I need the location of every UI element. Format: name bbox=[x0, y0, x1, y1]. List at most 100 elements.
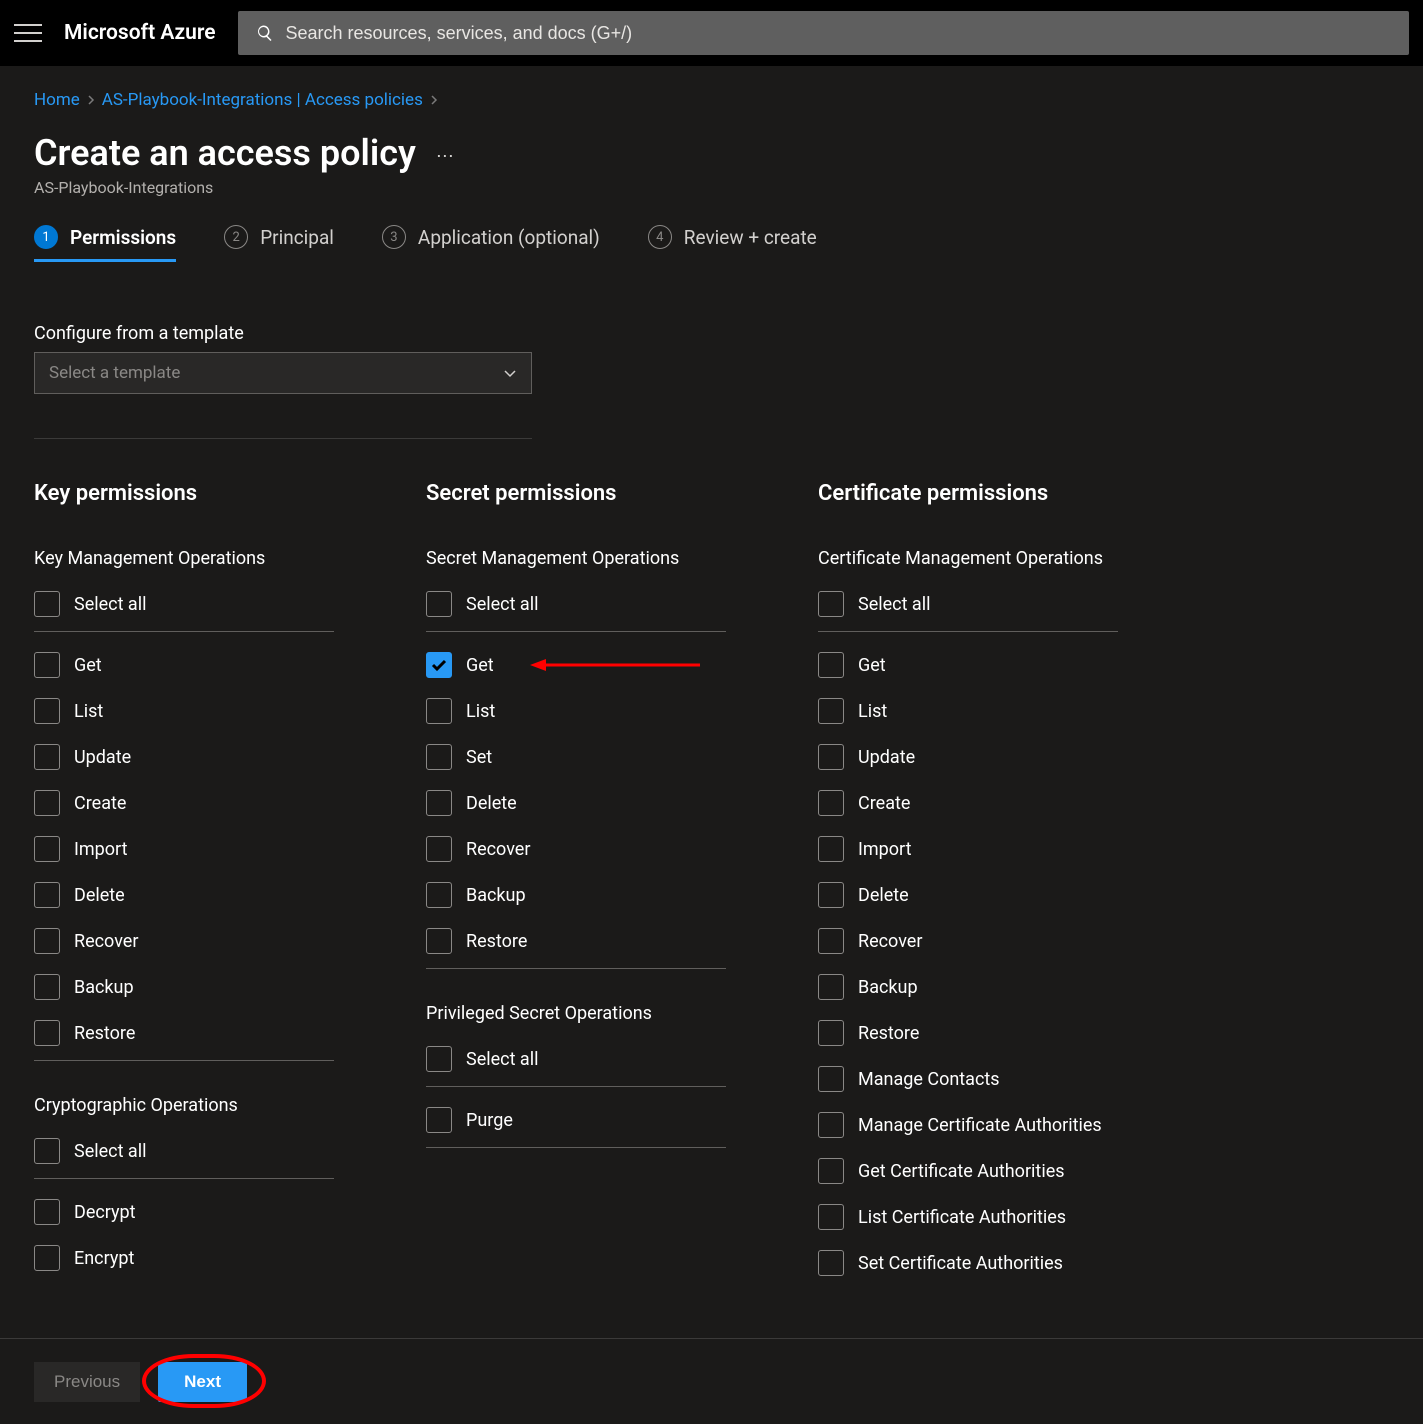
permission-checkbox-row[interactable]: Delete bbox=[818, 872, 1118, 918]
select-all-checkbox[interactable]: Select all bbox=[34, 581, 334, 627]
checkbox[interactable] bbox=[818, 1066, 844, 1092]
permission-checkbox-row[interactable]: Import bbox=[34, 826, 334, 872]
checkbox[interactable] bbox=[34, 744, 60, 770]
select-all-checkbox[interactable]: Select all bbox=[34, 1128, 334, 1174]
checkbox[interactable] bbox=[34, 928, 60, 954]
checkbox[interactable] bbox=[426, 591, 452, 617]
permission-checkbox-row[interactable]: Create bbox=[818, 780, 1118, 826]
checkbox-label: Create bbox=[858, 793, 910, 814]
checkbox[interactable] bbox=[818, 744, 844, 770]
permission-checkbox-row[interactable]: Delete bbox=[426, 780, 726, 826]
permission-checkbox-row[interactable]: Backup bbox=[34, 964, 334, 1010]
checkbox[interactable] bbox=[818, 1250, 844, 1276]
checkbox[interactable] bbox=[818, 882, 844, 908]
checkbox[interactable] bbox=[426, 928, 452, 954]
previous-button[interactable]: Previous bbox=[34, 1362, 140, 1402]
checkbox[interactable] bbox=[426, 1046, 452, 1072]
permission-checkbox-row[interactable]: Recover bbox=[426, 826, 726, 872]
checkbox[interactable] bbox=[34, 836, 60, 862]
select-all-checkbox[interactable]: Select all bbox=[426, 581, 726, 627]
permission-checkbox-row[interactable]: List bbox=[34, 688, 334, 734]
permission-column: Secret permissionsSecret Management Oper… bbox=[426, 481, 726, 1286]
permission-checkbox-row[interactable]: Update bbox=[818, 734, 1118, 780]
checkbox[interactable] bbox=[34, 1020, 60, 1046]
checkbox-label: Delete bbox=[858, 885, 909, 906]
permission-checkbox-row[interactable]: Import bbox=[818, 826, 1118, 872]
checkbox[interactable] bbox=[34, 1138, 60, 1164]
template-select[interactable]: Select a template bbox=[34, 352, 532, 394]
permission-checkbox-row[interactable]: List bbox=[426, 688, 726, 734]
tab-principal[interactable]: 2Principal bbox=[224, 225, 334, 261]
permission-checkbox-row[interactable]: Get bbox=[818, 642, 1118, 688]
brand-title: Microsoft Azure bbox=[64, 21, 216, 45]
checkbox-label: Select all bbox=[74, 1141, 146, 1162]
checkbox[interactable] bbox=[818, 652, 844, 678]
permission-checkbox-row[interactable]: Backup bbox=[426, 872, 726, 918]
checkbox[interactable] bbox=[818, 790, 844, 816]
checkbox[interactable] bbox=[818, 928, 844, 954]
divider bbox=[34, 438, 532, 439]
select-all-checkbox[interactable]: Select all bbox=[426, 1036, 726, 1082]
next-button[interactable]: Next bbox=[158, 1362, 247, 1402]
checkbox[interactable] bbox=[426, 836, 452, 862]
permission-checkbox-row[interactable]: Purge bbox=[426, 1097, 726, 1143]
permission-checkbox-row[interactable]: Get bbox=[426, 642, 726, 688]
checkbox[interactable] bbox=[34, 1245, 60, 1271]
breadcrumb-home[interactable]: Home bbox=[34, 90, 80, 110]
checkbox[interactable] bbox=[426, 652, 452, 678]
permission-checkbox-row[interactable]: Set Certificate Authorities bbox=[818, 1240, 1118, 1286]
checkbox[interactable] bbox=[426, 790, 452, 816]
permission-column: Certificate permissionsCertificate Manag… bbox=[818, 481, 1118, 1286]
permission-checkbox-row[interactable]: Manage Contacts bbox=[818, 1056, 1118, 1102]
checkbox[interactable] bbox=[818, 1204, 844, 1230]
permission-checkbox-row[interactable]: Set bbox=[426, 734, 726, 780]
permission-checkbox-row[interactable]: Recover bbox=[34, 918, 334, 964]
checkbox[interactable] bbox=[818, 1112, 844, 1138]
permission-checkbox-row[interactable]: List bbox=[818, 688, 1118, 734]
checkbox[interactable] bbox=[426, 882, 452, 908]
permission-checkbox-row[interactable]: Update bbox=[34, 734, 334, 780]
permission-checkbox-row[interactable]: Restore bbox=[34, 1010, 334, 1056]
checkbox[interactable] bbox=[426, 1107, 452, 1133]
permission-checkbox-row[interactable]: Recover bbox=[818, 918, 1118, 964]
checkbox[interactable] bbox=[818, 591, 844, 617]
select-all-checkbox[interactable]: Select all bbox=[818, 581, 1118, 627]
tab-application-optional-[interactable]: 3Application (optional) bbox=[382, 225, 600, 261]
checkbox[interactable] bbox=[34, 790, 60, 816]
checkbox[interactable] bbox=[426, 744, 452, 770]
checkbox[interactable] bbox=[818, 836, 844, 862]
checkbox[interactable] bbox=[34, 652, 60, 678]
checkbox[interactable] bbox=[818, 974, 844, 1000]
permission-checkbox-row[interactable]: Manage Certificate Authorities bbox=[818, 1102, 1118, 1148]
checkbox[interactable] bbox=[34, 698, 60, 724]
checkbox[interactable] bbox=[426, 698, 452, 724]
breadcrumb-access-policies[interactable]: AS-Playbook-Integrations | Access polici… bbox=[102, 90, 423, 110]
permission-checkbox-row[interactable]: Delete bbox=[34, 872, 334, 918]
checkbox[interactable] bbox=[34, 882, 60, 908]
checkbox[interactable] bbox=[818, 1020, 844, 1046]
more-actions-icon[interactable]: ⋯ bbox=[436, 140, 454, 167]
permission-checkbox-row[interactable]: Restore bbox=[818, 1010, 1118, 1056]
annotation-arrow bbox=[530, 656, 700, 674]
checkbox[interactable] bbox=[818, 1158, 844, 1184]
permission-checkbox-row[interactable]: Restore bbox=[426, 918, 726, 964]
permission-checkbox-row[interactable]: Backup bbox=[818, 964, 1118, 1010]
checkbox-label: List bbox=[466, 701, 495, 722]
checkbox[interactable] bbox=[34, 974, 60, 1000]
permission-checkbox-row[interactable]: Get Certificate Authorities bbox=[818, 1148, 1118, 1194]
page-title: Create an access policy bbox=[34, 132, 416, 174]
checkbox[interactable] bbox=[34, 591, 60, 617]
permission-checkbox-row[interactable]: Encrypt bbox=[34, 1235, 334, 1281]
tab-permissions[interactable]: 1Permissions bbox=[34, 225, 176, 261]
tab-review-create[interactable]: 4Review + create bbox=[648, 225, 817, 261]
hamburger-menu-icon[interactable] bbox=[14, 22, 42, 44]
checkbox[interactable] bbox=[34, 1199, 60, 1225]
search-input[interactable] bbox=[286, 23, 1392, 44]
checkbox-label: Restore bbox=[466, 931, 527, 952]
permission-checkbox-row[interactable]: Get bbox=[34, 642, 334, 688]
permission-checkbox-row[interactable]: List Certificate Authorities bbox=[818, 1194, 1118, 1240]
permission-checkbox-row[interactable]: Decrypt bbox=[34, 1189, 334, 1235]
global-search[interactable] bbox=[238, 11, 1410, 55]
checkbox[interactable] bbox=[818, 698, 844, 724]
permission-checkbox-row[interactable]: Create bbox=[34, 780, 334, 826]
